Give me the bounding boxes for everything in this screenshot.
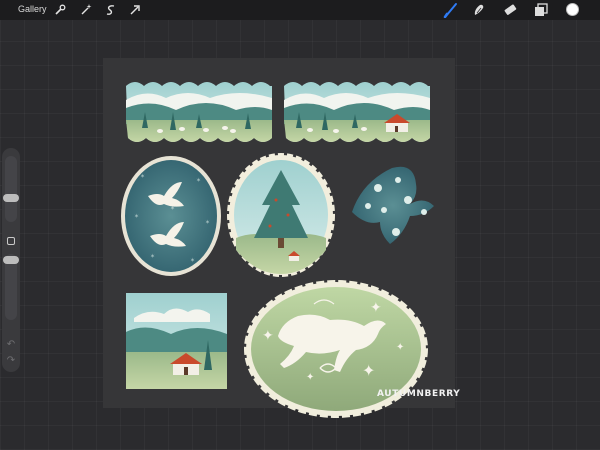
bird-silhouette-floral bbox=[352, 166, 434, 244]
winter-landscape-banner-sheep bbox=[126, 82, 272, 142]
svg-text:✶: ✶ bbox=[134, 213, 139, 220]
oval-doves-badge: ✶✶✶ ✶✶✶ ✶ bbox=[121, 156, 221, 276]
svg-text:✦: ✦ bbox=[396, 342, 404, 353]
artist-signature: AUTUMNBERRY bbox=[377, 389, 461, 399]
svg-text:✶: ✶ bbox=[190, 257, 195, 264]
svg-text:✶: ✶ bbox=[205, 219, 210, 226]
svg-text:✶: ✶ bbox=[196, 177, 201, 184]
svg-text:✦: ✦ bbox=[362, 363, 375, 380]
svg-text:✦: ✦ bbox=[370, 299, 382, 315]
scalloped-christmas-tree-badge bbox=[227, 153, 335, 277]
svg-text:✶: ✶ bbox=[140, 173, 145, 180]
artwork-stickers: ✶✶✶ ✶✶✶ ✶ ✦✦✦ ✦✦ bbox=[121, 82, 434, 418]
svg-text:✦: ✦ bbox=[306, 372, 314, 383]
svg-text:✶: ✶ bbox=[150, 253, 155, 260]
winter-landscape-banner-house bbox=[284, 82, 430, 142]
svg-text:✦: ✦ bbox=[262, 327, 274, 343]
square-house-landscape bbox=[126, 293, 227, 389]
